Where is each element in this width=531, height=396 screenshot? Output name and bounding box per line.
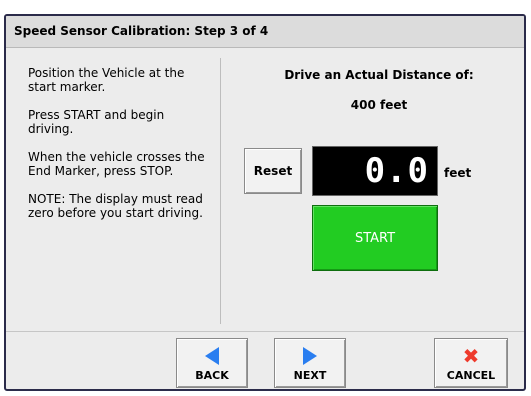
back-button[interactable]: BACK — [176, 338, 248, 388]
drive-distance-label: Drive an Actual Distance of: — [284, 68, 474, 82]
instructions-panel: Position the Vehicle at the start marker… — [28, 66, 208, 234]
next-label: NEXT — [293, 368, 327, 382]
cancel-button[interactable]: ✖ CANCEL — [434, 338, 508, 388]
back-label: BACK — [195, 368, 229, 382]
instruction-note: NOTE: The display must read zero before … — [28, 192, 203, 220]
x-icon: ✖ — [462, 343, 480, 368]
start-button[interactable]: START — [312, 205, 438, 271]
instruction-position: Position the Vehicle at the start marker… — [28, 66, 185, 94]
next-button[interactable]: NEXT — [274, 338, 346, 388]
title-bar: Speed Sensor Calibration: Step 3 of 4 — [6, 16, 524, 48]
instruction-stop: When the vehicle crosses the End Marker,… — [28, 150, 205, 178]
reset-button[interactable]: Reset — [244, 148, 302, 194]
instruction-start: Press START and begin driving. — [28, 108, 165, 136]
cancel-label: CANCEL — [446, 368, 496, 382]
left-arrow-icon — [205, 345, 219, 367]
target-distance: 400 feet — [350, 98, 408, 112]
horizontal-divider — [6, 331, 524, 332]
dialog-title: Speed Sensor Calibration: Step 3 of 4 — [14, 24, 269, 38]
distance-display: 0.0 — [312, 146, 438, 196]
vertical-divider — [220, 58, 221, 324]
right-arrow-icon — [303, 345, 317, 367]
calibration-dialog: Speed Sensor Calibration: Step 3 of 4 Po… — [4, 14, 526, 391]
distance-unit: feet — [444, 166, 472, 180]
